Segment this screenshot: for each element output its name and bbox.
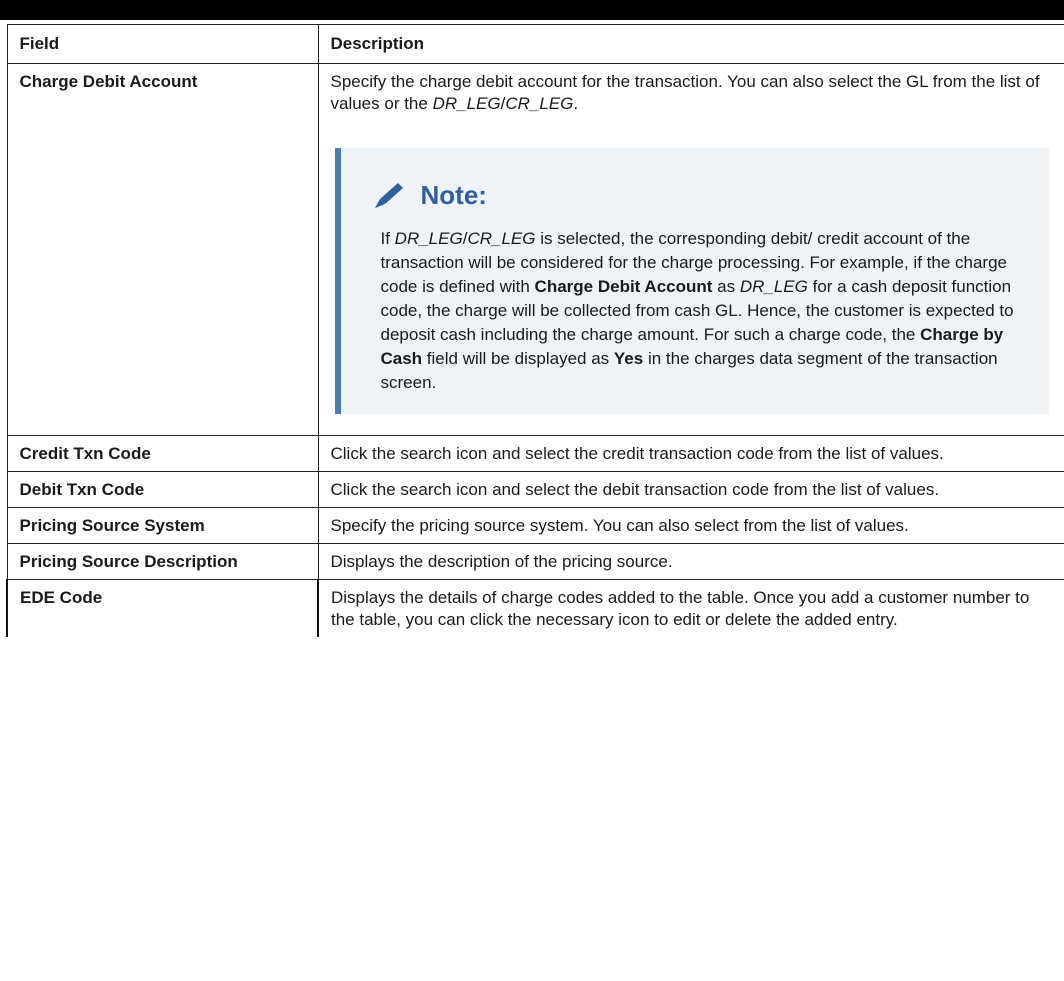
field-name: Charge Debit Account bbox=[6, 63, 319, 436]
table-row: Credit Txn Code Click the search icon an… bbox=[6, 435, 1064, 472]
table-row: Pricing Source Description Displays the … bbox=[6, 543, 1064, 580]
description-text: Specify the charge debit account for the… bbox=[331, 71, 1055, 115]
italic-term: DR_LEG bbox=[394, 229, 463, 248]
text-span: If bbox=[380, 229, 395, 248]
table-row: EDE Code Displays the details of charge … bbox=[6, 579, 1064, 637]
bold-term: Yes bbox=[613, 349, 644, 368]
header-description: Description bbox=[317, 24, 1064, 64]
table-row: Charge Debit Account Specify the charge … bbox=[6, 63, 1064, 436]
note-text: If DR_LEG/CR_LEG is selected, the corres… bbox=[381, 227, 1035, 395]
header-field: Field bbox=[6, 24, 319, 64]
field-name: Pricing Source System bbox=[6, 507, 319, 544]
field-name: Credit Txn Code bbox=[6, 435, 319, 472]
table-header-row: Field Description bbox=[6, 24, 1064, 64]
top-border-bar bbox=[0, 0, 1064, 20]
italic-term: CR_LEG bbox=[505, 94, 574, 113]
italic-term: DR_LEG bbox=[739, 277, 808, 296]
note-heading: Note: bbox=[371, 180, 1035, 210]
pencil-icon bbox=[371, 180, 407, 210]
field-name: EDE Code bbox=[6, 579, 319, 637]
text-span: as bbox=[712, 277, 740, 296]
field-name: Debit Txn Code bbox=[6, 471, 319, 508]
text-span: field will be displayed as bbox=[422, 349, 614, 368]
field-description: Displays the details of charge codes add… bbox=[317, 579, 1064, 637]
field-description: Click the search icon and select the cre… bbox=[317, 435, 1064, 472]
field-name: Pricing Source Description bbox=[6, 543, 319, 580]
field-description: Click the search icon and select the deb… bbox=[317, 471, 1064, 508]
table-row: Pricing Source System Specify the pricin… bbox=[6, 507, 1064, 544]
note-box: Note: If DR_LEG/CR_LEG is selected, the … bbox=[334, 148, 1049, 414]
field-description: Specify the charge debit account for the… bbox=[317, 63, 1064, 436]
bold-term: Charge Debit Account bbox=[534, 277, 713, 296]
note-title: Note: bbox=[420, 180, 487, 210]
note-body: If DR_LEG/CR_LEG is selected, the corres… bbox=[371, 227, 1035, 395]
table-row: Debit Txn Code Click the search icon and… bbox=[6, 471, 1064, 508]
field-description-table: Field Description Charge Debit Account S… bbox=[6, 24, 1064, 637]
text-span: . bbox=[573, 94, 579, 113]
italic-term: CR_LEG bbox=[467, 229, 536, 248]
field-description: Displays the description of the pricing … bbox=[317, 543, 1064, 580]
field-description: Specify the pricing source system. You c… bbox=[317, 507, 1064, 544]
italic-term: DR_LEG bbox=[432, 94, 501, 113]
